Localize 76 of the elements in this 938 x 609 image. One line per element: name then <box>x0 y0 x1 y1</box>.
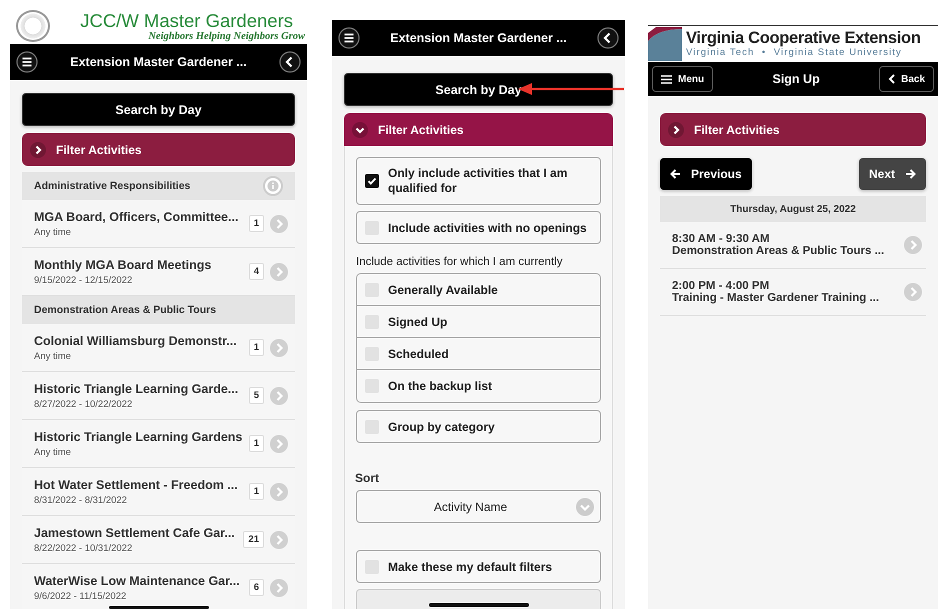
activity-title: Jamestown Settlement Cafe Gar... <box>34 526 235 540</box>
checkbox-option[interactable]: Signed Up <box>357 306 600 338</box>
activity-dates: Any time <box>34 350 71 362</box>
seal-logo <box>16 10 50 42</box>
checkbox-option[interactable]: Generally Available <box>357 274 600 306</box>
page-title: Sign Up <box>771 72 821 86</box>
slot-time: 8:30 AM - 9:30 AM <box>672 233 771 245</box>
site-title: JCC/W Master Gardeners <box>80 10 293 30</box>
count-badge: 6 <box>248 579 264 596</box>
time-slot-row[interactable]: 2:00 PM - 4:00 PM Training - Master Gardener Training ... <box>660 269 926 316</box>
count-badge: 4 <box>248 263 264 280</box>
site-subtitle: Virginia Tech • Virginia State University <box>686 47 903 58</box>
activity-dates: Any time <box>34 226 71 238</box>
slot-time: 2:00 PM - 4:00 PM <box>672 280 770 292</box>
activity-title: Hot Water Settlement - Freedom ... <box>34 478 238 492</box>
menu-icon <box>661 74 672 84</box>
search-by-day-button[interactable]: Search by Day <box>344 73 613 106</box>
slot-title: Demonstration Areas & Public Tours ... <box>672 245 886 257</box>
page-title: Extension Master Gardener ... <box>69 55 248 69</box>
group-name: Demonstration Areas & Public Tours <box>34 304 216 316</box>
checkbox-option[interactable]: On the backup list <box>357 370 600 402</box>
slot-title: Training - Master Gardener Training ... <box>672 292 880 304</box>
activity-dates: 8/22/2022 - 10/31/2022 <box>34 542 132 554</box>
sort-label: Sort <box>355 471 380 485</box>
checkbox-option[interactable]: Group by category <box>356 410 601 443</box>
back-icon[interactable] <box>597 27 619 49</box>
back-button[interactable]: Back <box>879 66 934 92</box>
activity-title: Colonial Williamsburg Demonstr... <box>34 334 237 348</box>
page-title: Extension Master Gardener ... <box>389 31 568 45</box>
info-icon[interactable] <box>263 176 283 196</box>
activity-dates: Any time <box>34 446 71 458</box>
activity-dates: 8/31/2022 - 8/31/2022 <box>34 494 127 506</box>
filter-hint: Include activities for which I am currently <box>356 256 564 268</box>
logo-icon <box>648 26 682 60</box>
activity-title: Historic Triangle Learning Garde... <box>34 382 238 396</box>
site-title: Virginia Cooperative Extension <box>686 29 921 47</box>
count-badge: 5 <box>248 387 264 404</box>
chevron-left-icon <box>888 74 896 84</box>
sort-select[interactable]: Activity Name <box>356 490 601 523</box>
group-name: Administrative Responsibilities <box>34 180 190 192</box>
chevron-down-icon[interactable] <box>352 122 368 138</box>
filter-activities-header[interactable]: Filter Activities <box>344 113 613 146</box>
checkbox-option[interactable]: Only include activities that I am qualified for <box>356 157 601 205</box>
activity-title: MGA Board, Officers, Committee... <box>34 210 238 224</box>
arrow-left-icon <box>670 169 681 179</box>
filter-activities-header[interactable]: Filter Activities <box>660 113 926 146</box>
filter-activities-header[interactable]: Filter Activities <box>22 133 295 166</box>
time-slot-row[interactable]: 8:30 AM - 9:30 AM Demonstration Areas & Public Tours ... <box>660 222 926 269</box>
activity-title: WaterWise Low Maintenance Gar... <box>34 574 240 588</box>
menu-button[interactable]: Menu <box>652 66 714 92</box>
chevron-right-icon[interactable] <box>668 122 684 138</box>
arrow-right-icon <box>905 169 916 179</box>
next-button[interactable]: Next <box>858 158 926 190</box>
checkbox[interactable] <box>365 174 379 188</box>
count-badge: 1 <box>248 339 264 356</box>
search-by-day-button[interactable]: Search by Day <box>22 93 295 126</box>
count-badge: 1 <box>248 215 264 232</box>
activity-title: Historic Triangle Learning Gardens <box>34 430 242 444</box>
checkbox-option[interactable]: Make these my default filters <box>356 550 601 583</box>
activity-dates: 9/15/2022 - 12/15/2022 <box>34 274 132 286</box>
menu-icon[interactable] <box>338 27 360 49</box>
menu-icon[interactable] <box>16 51 38 73</box>
date-header: Thursday, August 25, 2022 <box>660 196 926 222</box>
cut-off-button[interactable] <box>356 589 601 609</box>
previous-button[interactable]: Previous <box>660 158 752 190</box>
checkbox-option[interactable]: Include activities with no openings <box>356 211 601 244</box>
site-tagline: Neighbors Helping Neighbors Grow <box>148 30 305 42</box>
activity-title: Monthly MGA Board Meetings <box>34 258 212 272</box>
count-badge: 1 <box>248 435 264 452</box>
activity-dates: 9/6/2022 - 11/15/2022 <box>34 590 126 602</box>
count-badge: 1 <box>248 483 264 500</box>
back-icon[interactable] <box>279 51 301 73</box>
activity-dates: 8/27/2022 - 10/22/2022 <box>34 398 132 410</box>
checkbox-option[interactable]: Scheduled <box>357 338 600 370</box>
count-badge: 21 <box>243 531 264 548</box>
chevron-right-icon[interactable] <box>30 142 46 158</box>
